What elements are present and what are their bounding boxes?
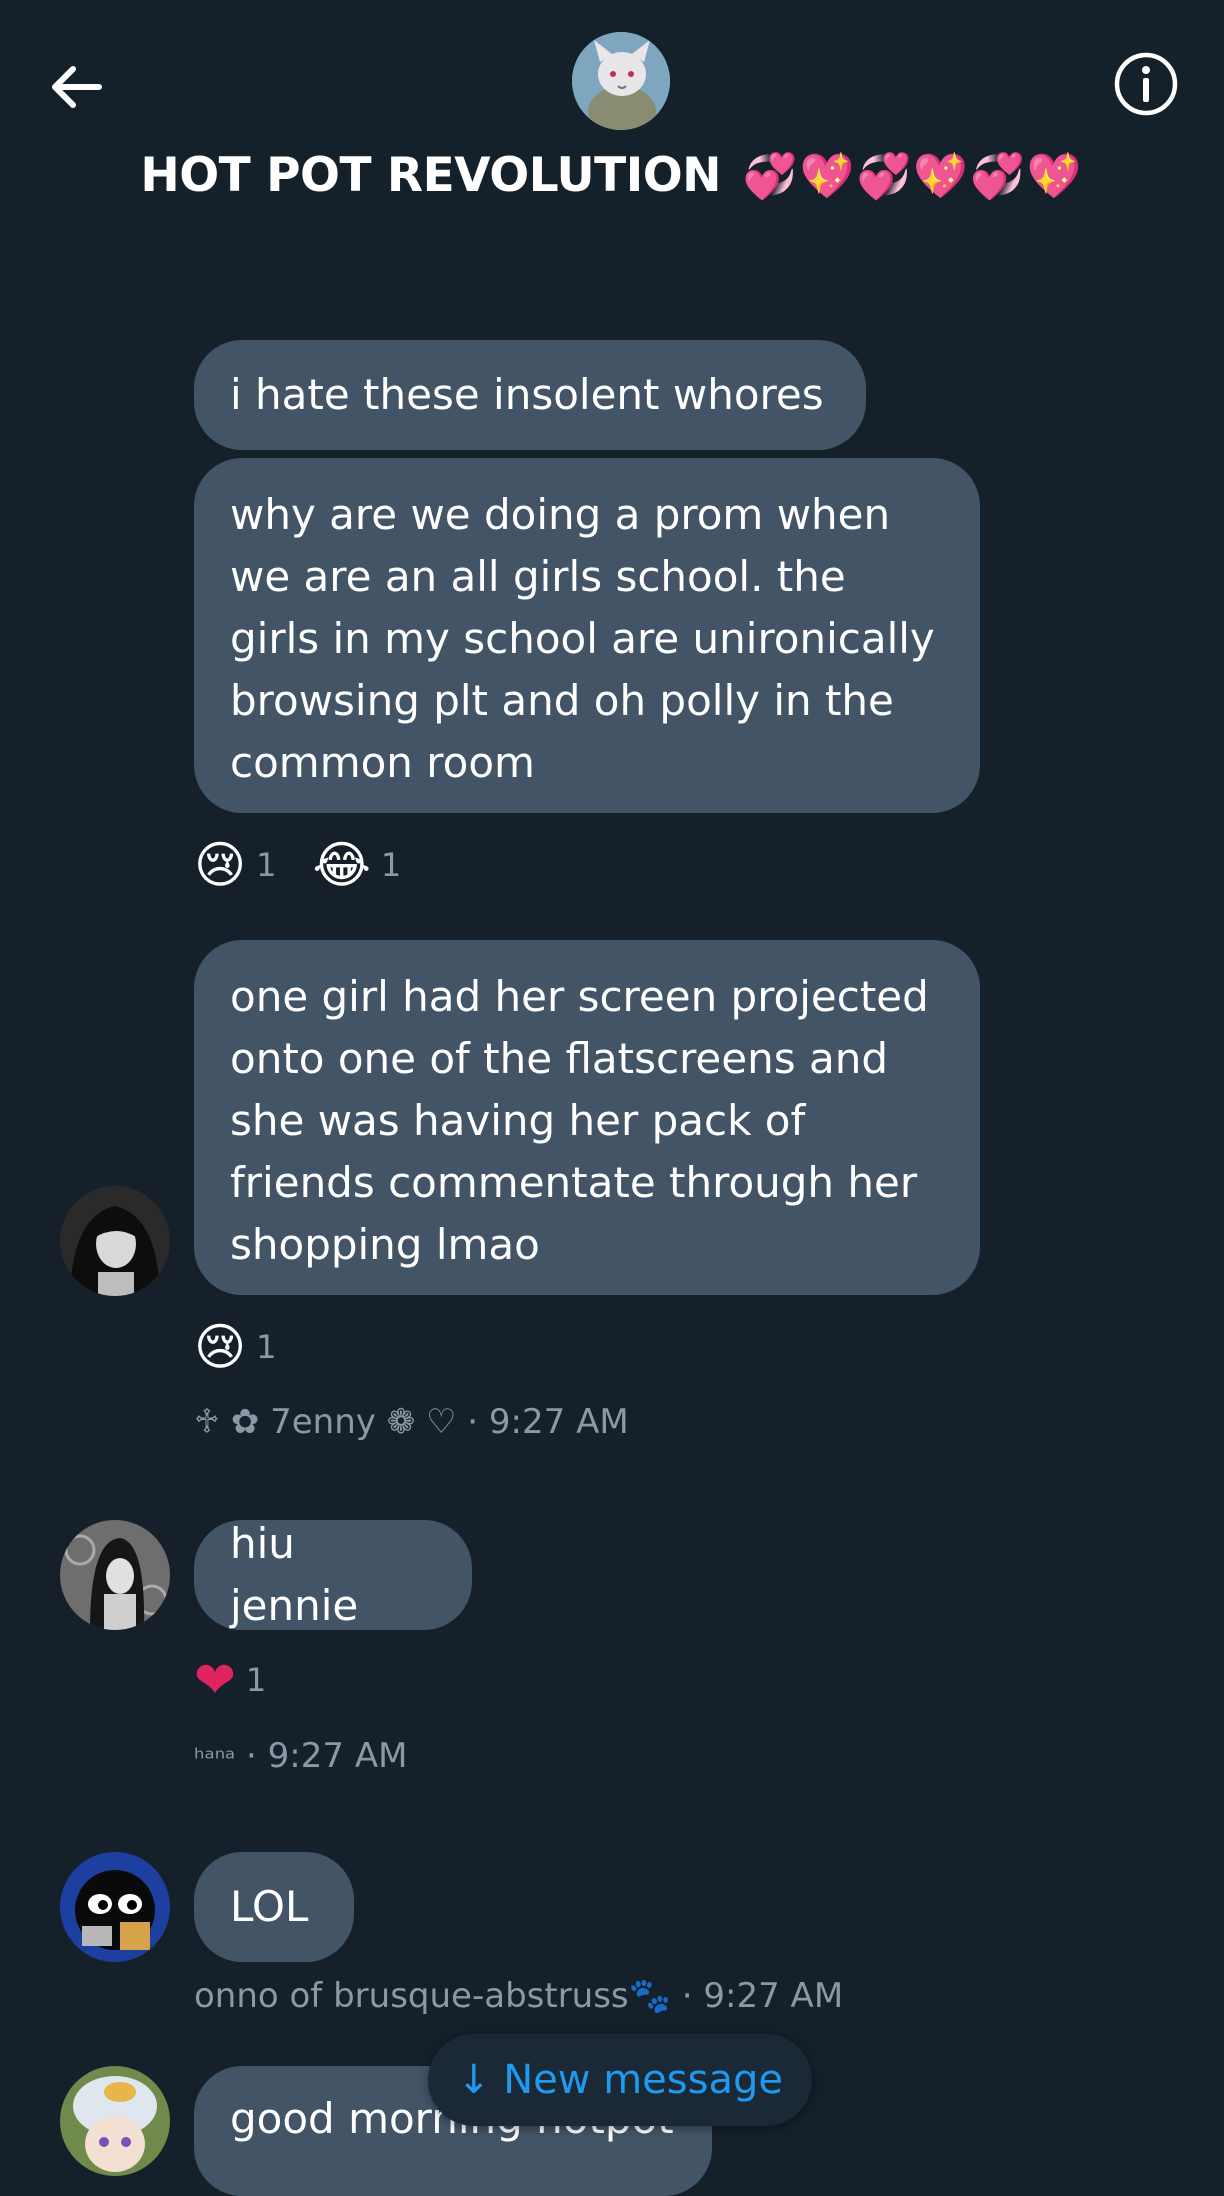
reactions-row: 😢 1 😂 1 bbox=[194, 835, 437, 895]
back-button[interactable] bbox=[40, 52, 110, 122]
reaction-count: 1 bbox=[380, 846, 402, 884]
title-emoji: 💞💖💞💖💞💖 bbox=[742, 151, 1084, 202]
message-text: LOL bbox=[230, 1882, 309, 1931]
group-avatar[interactable] bbox=[572, 32, 670, 130]
crying-face-icon: 😢 bbox=[194, 1318, 247, 1376]
message-line: browsing plt and oh polly in the bbox=[230, 676, 894, 725]
heart-icon: ❤ bbox=[194, 1651, 236, 1709]
timestamp: · 9:27 AM bbox=[246, 1736, 408, 1776]
reactions-row: 😢 1 bbox=[194, 1317, 312, 1377]
back-arrow-icon bbox=[52, 66, 102, 108]
sender-avatar[interactable] bbox=[60, 1520, 170, 1630]
message-line: shopping lmao bbox=[230, 1220, 540, 1269]
new-message-label: ↓ New message bbox=[457, 2057, 783, 2103]
conversation-header: HOT POT REVOLUTION 💞💖💞💖💞💖 bbox=[0, 0, 1224, 236]
message-line: why are we doing a prom when bbox=[230, 490, 891, 539]
message-line: one girl had her screen projected bbox=[230, 972, 929, 1021]
conversation-title: HOT POT REVOLUTION 💞💖💞💖💞💖 bbox=[0, 148, 1224, 203]
message-line: girls in my school are unironically bbox=[230, 614, 935, 663]
message-bubble[interactable]: i hate these insolent whores bbox=[194, 340, 866, 450]
message-text: i hate these insolent whores bbox=[230, 370, 824, 419]
laughing-face-icon: 😂 bbox=[312, 836, 371, 894]
info-button[interactable] bbox=[1112, 50, 1180, 118]
message-meta: ʰᵃⁿᵃ · 9:27 AM bbox=[194, 1736, 407, 1776]
message-line: onto one of the flatscreens and bbox=[230, 1034, 888, 1083]
message-text: hiu jennie bbox=[230, 1519, 359, 1630]
reaction-count: 1 bbox=[245, 1661, 267, 1699]
message-line: friends commentate through her bbox=[230, 1158, 918, 1207]
sender-name: ʰᵃⁿᵃ bbox=[194, 1744, 236, 1774]
message-meta: ♱ ✿ 7enny ❁ ♡ · 9:27 AM bbox=[194, 1402, 629, 1442]
sender-avatar[interactable] bbox=[60, 1852, 170, 1962]
message-line: we are an all girls school. the bbox=[230, 552, 846, 601]
reaction-count: 1 bbox=[256, 846, 277, 884]
new-message-button[interactable]: ↓ New message bbox=[428, 2034, 812, 2126]
reaction-count: 1 bbox=[256, 1328, 277, 1366]
message-meta: onno of brusque-abstruss🐾 · 9:27 AM bbox=[194, 1976, 844, 2016]
reactions-row: ❤ 1 bbox=[194, 1650, 302, 1710]
reaction[interactable]: ❤ 1 bbox=[194, 1650, 266, 1710]
message-bubble[interactable]: one girl had her screen projected onto o… bbox=[194, 940, 980, 1295]
crying-face-icon: 😢 bbox=[194, 836, 247, 894]
message-line: common room bbox=[230, 738, 535, 787]
reaction[interactable]: 😢 1 bbox=[194, 1317, 276, 1377]
reaction[interactable]: 😂 1 bbox=[312, 835, 401, 895]
sender-avatar[interactable] bbox=[60, 1186, 170, 1296]
message-bubble[interactable]: LOL bbox=[194, 1852, 354, 1962]
message-bubble[interactable]: why are we doing a prom when we are an a… bbox=[194, 458, 980, 813]
message-bubble[interactable]: hiu jennie bbox=[194, 1519, 472, 1630]
title-text: HOT POT REVOLUTION bbox=[140, 148, 722, 203]
reaction[interactable]: 😢 1 bbox=[194, 835, 276, 895]
message-line: she was having her pack of bbox=[230, 1096, 806, 1145]
info-icon bbox=[1114, 52, 1178, 116]
